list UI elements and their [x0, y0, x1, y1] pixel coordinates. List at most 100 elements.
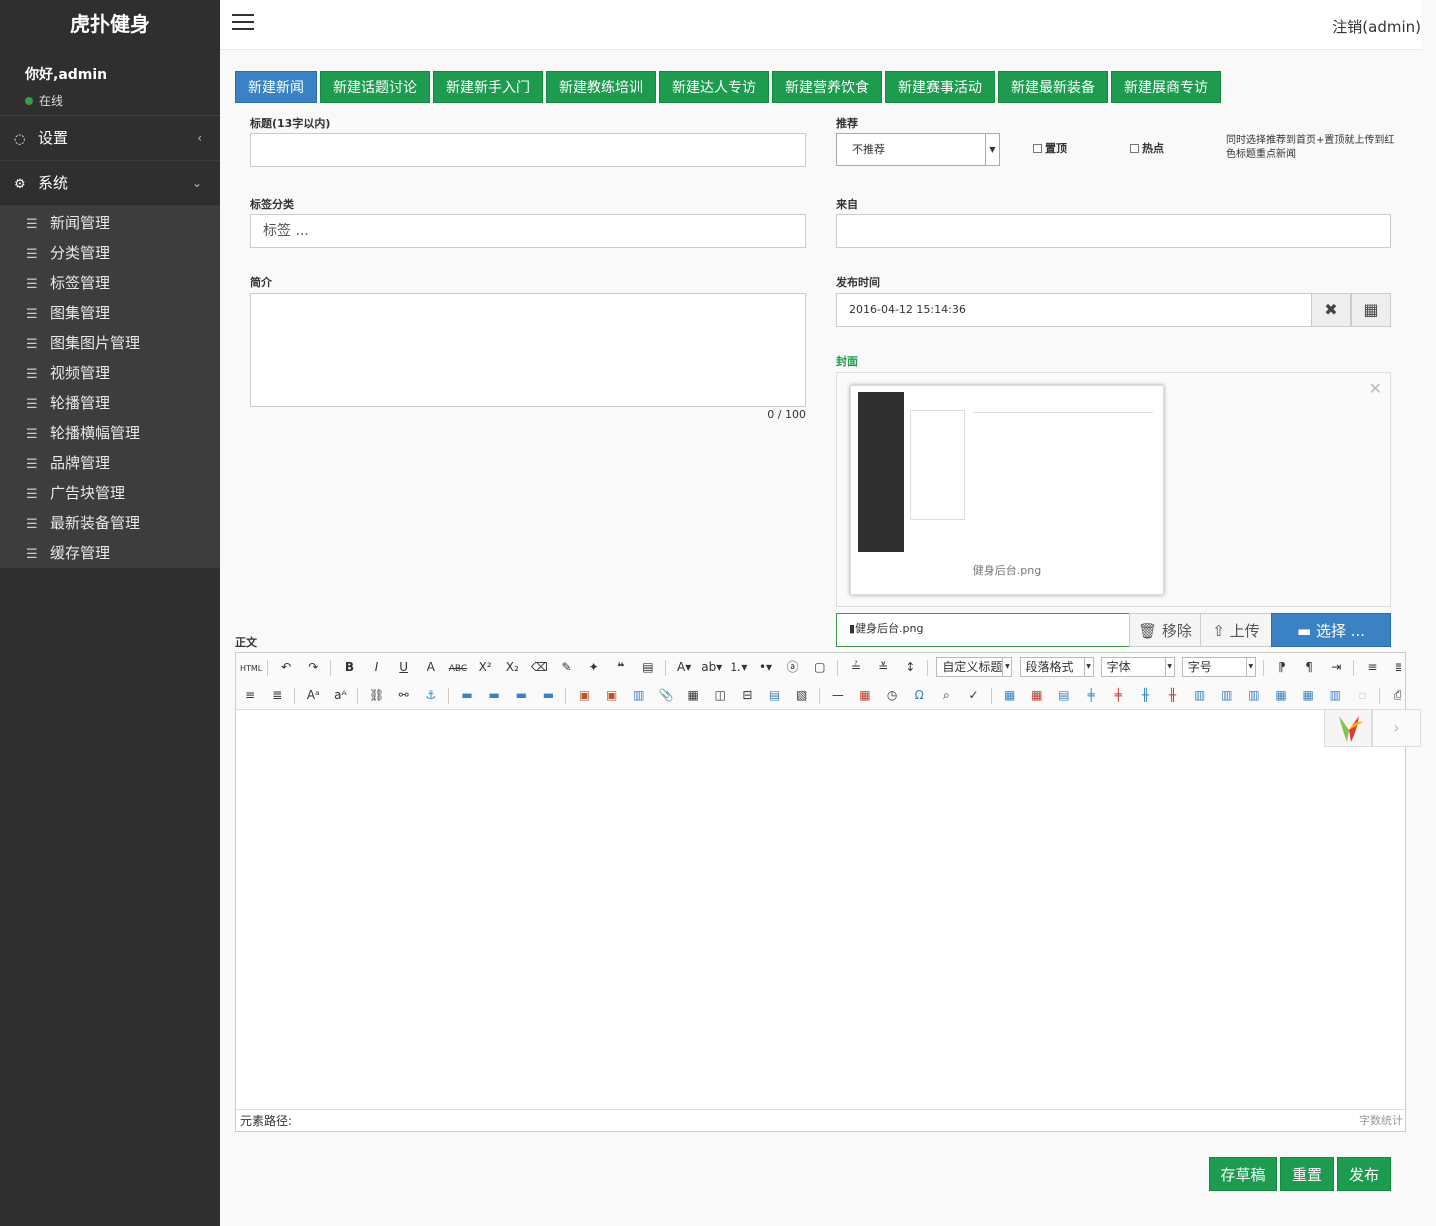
menu-system[interactable]: ⚙ 系统 ⌄ — [0, 161, 220, 206]
rtl-icon[interactable]: ¶ — [1299, 657, 1319, 677]
chart-icon[interactable]: ▫ — [1352, 685, 1372, 705]
tab-new-event[interactable]: 新建赛事活动 — [885, 71, 995, 103]
uppercase-icon[interactable]: Aᵃ — [303, 685, 323, 705]
table-caption-icon[interactable]: ▤ — [1054, 685, 1074, 705]
tab-new-beginner[interactable]: 新建新手入门 — [433, 71, 543, 103]
yii-debug-logo-icon[interactable] — [1324, 709, 1372, 747]
subscript-icon[interactable]: X₂ — [502, 657, 522, 677]
merge-right-icon[interactable]: ▥ — [1217, 685, 1237, 705]
logout-link[interactable]: 注销(admin) — [1332, 16, 1421, 37]
editor-content-area[interactable] — [236, 710, 1405, 1110]
tab-new-interview[interactable]: 新建达人专访 — [659, 71, 769, 103]
bold-icon[interactable]: B — [339, 657, 359, 677]
insert-video-icon[interactable]: ▥ — [629, 685, 649, 705]
tab-new-news[interactable]: 新建新闻 — [235, 71, 317, 103]
image-left-icon[interactable]: ▬ — [484, 685, 504, 705]
reset-button[interactable]: 重置 — [1280, 1157, 1334, 1191]
hot-checkbox[interactable]: 热点 — [1130, 140, 1164, 156]
align-center-icon[interactable]: ≣ — [1390, 657, 1401, 677]
merge-down-icon[interactable]: ▥ — [1244, 685, 1264, 705]
anchor-icon[interactable]: ⚓ — [421, 685, 441, 705]
sidebar-item-video[interactable]: ☰ 视频管理 — [0, 358, 220, 388]
align-justify-icon[interactable]: ≣ — [267, 685, 287, 705]
undo-icon[interactable]: ↶ — [276, 657, 296, 677]
clear-doc-icon[interactable]: ▢ — [810, 657, 830, 677]
title-input[interactable] — [250, 133, 806, 167]
html-source-icon[interactable]: HTML — [240, 659, 262, 679]
font-border-icon[interactable]: Ａ — [421, 657, 441, 677]
sidebar-item-cache[interactable]: ☰ 缓存管理 — [0, 538, 220, 568]
tab-new-equipment[interactable]: 新建最新装备 — [998, 71, 1108, 103]
horizontal-rule-icon[interactable]: — — [828, 685, 848, 705]
link-icon[interactable]: ⛓ — [367, 685, 387, 705]
tags-input[interactable]: 标签 ... — [250, 214, 806, 248]
tab-new-coach[interactable]: 新建教练培训 — [546, 71, 656, 103]
unlink-icon[interactable]: ⚯ — [394, 685, 414, 705]
clear-date-icon[interactable]: ✖ — [1311, 293, 1351, 327]
recommend-select[interactable]: 不推荐 ▼ — [836, 133, 1000, 166]
align-left-icon[interactable]: ≡ — [1362, 657, 1382, 677]
paste-plain-icon[interactable]: ▤ — [638, 657, 658, 677]
split-cols-icon[interactable]: ▥ — [1325, 685, 1345, 705]
sidebar-item-gallery-images[interactable]: ☰ 图集图片管理 — [0, 328, 220, 358]
attachment-icon[interactable]: 📎 — [656, 685, 676, 705]
simple-upload-icon[interactable]: ▣ — [575, 685, 595, 705]
lowercase-icon[interactable]: aᴬ — [330, 685, 350, 705]
italic-icon[interactable]: I — [367, 657, 387, 677]
insert-code-icon[interactable]: ⊟ — [737, 685, 757, 705]
time-icon[interactable]: ◷ — [882, 685, 902, 705]
insert-row-icon[interactable]: ╪ — [1081, 685, 1101, 705]
close-icon[interactable]: ✕ — [1369, 379, 1382, 398]
file-input[interactable]: ▮健身后台.png — [836, 613, 1130, 647]
row-spacing-bottom-icon[interactable]: ≚ — [873, 657, 893, 677]
delete-col-icon[interactable]: ╫ — [1163, 685, 1183, 705]
split-rows-icon[interactable]: ▦ — [1298, 685, 1318, 705]
insert-col-icon[interactable]: ╫ — [1135, 685, 1155, 705]
tab-new-exhibitor[interactable]: 新建展商专访 — [1111, 71, 1221, 103]
image-right-icon[interactable]: ▬ — [511, 685, 531, 705]
calendar-icon[interactable]: ▦ — [1351, 293, 1391, 327]
source-input[interactable] — [836, 214, 1391, 248]
sidebar-item-equipment[interactable]: ☰ 最新装备管理 — [0, 508, 220, 538]
line-height-icon[interactable]: ↕ — [900, 657, 920, 677]
publish-button[interactable]: 发布 — [1337, 1157, 1391, 1191]
sidebar-item-gallery[interactable]: ☰ 图集管理 — [0, 298, 220, 328]
top-checkbox[interactable]: 置顶 — [1033, 140, 1067, 156]
split-cells-icon[interactable]: ▦ — [1271, 685, 1291, 705]
date-icon[interactable]: ▦ — [855, 685, 875, 705]
insert-image-icon[interactable]: ▣ — [602, 685, 622, 705]
upload-button[interactable]: ⇧ 上传 — [1200, 613, 1272, 647]
merge-cells-icon[interactable]: ▥ — [1190, 685, 1210, 705]
underline-icon[interactable]: U — [394, 657, 414, 677]
insert-table-icon[interactable]: ▦ — [1000, 685, 1020, 705]
template-icon[interactable]: ▤ — [765, 685, 785, 705]
sidebar-item-category[interactable]: ☰ 分类管理 — [0, 238, 220, 268]
chevron-right-icon[interactable]: › — [1372, 709, 1421, 747]
row-spacing-top-icon[interactable]: ≟ — [846, 657, 866, 677]
redo-icon[interactable]: ↷ — [303, 657, 323, 677]
map-icon[interactable]: ▦ — [683, 685, 703, 705]
sidebar-item-banner[interactable]: ☰ 轮播横幅管理 — [0, 418, 220, 448]
format-brush-icon[interactable]: ✎ — [557, 657, 577, 677]
tab-new-topic[interactable]: 新建话题讨论 — [320, 71, 430, 103]
strikethrough-icon[interactable]: ABC — [448, 659, 468, 679]
font-color-icon[interactable]: A▾ — [674, 657, 694, 677]
sidebar-item-tags[interactable]: ☰ 标签管理 — [0, 268, 220, 298]
sidebar-item-brand[interactable]: ☰ 品牌管理 — [0, 448, 220, 478]
remove-button[interactable]: 🗑 移除 — [1129, 613, 1201, 647]
delete-row-icon[interactable]: ╪ — [1108, 685, 1128, 705]
highlight-icon[interactable]: ab▾ — [701, 657, 722, 677]
blockquote-icon[interactable]: ❝ — [611, 657, 631, 677]
align-right-icon[interactable]: ≡ — [240, 685, 260, 705]
indent-icon[interactable]: ⇥ — [1326, 657, 1346, 677]
insert-frame-icon[interactable]: ◫ — [710, 685, 730, 705]
menu-settings[interactable]: ◌ 设置 ‹ — [0, 116, 220, 161]
background-icon[interactable]: ▧ — [792, 685, 812, 705]
hamburger-menu-icon[interactable] — [232, 14, 254, 32]
delete-table-icon[interactable]: ▦ — [1027, 685, 1047, 705]
search-replace-icon[interactable]: ⌕ — [936, 685, 956, 705]
special-char-icon[interactable]: Ω — [909, 685, 929, 705]
superscript-icon[interactable]: X² — [475, 657, 495, 677]
sidebar-item-carousel[interactable]: ☰ 轮播管理 — [0, 388, 220, 418]
save-draft-button[interactable]: 存草稿 — [1209, 1157, 1277, 1191]
